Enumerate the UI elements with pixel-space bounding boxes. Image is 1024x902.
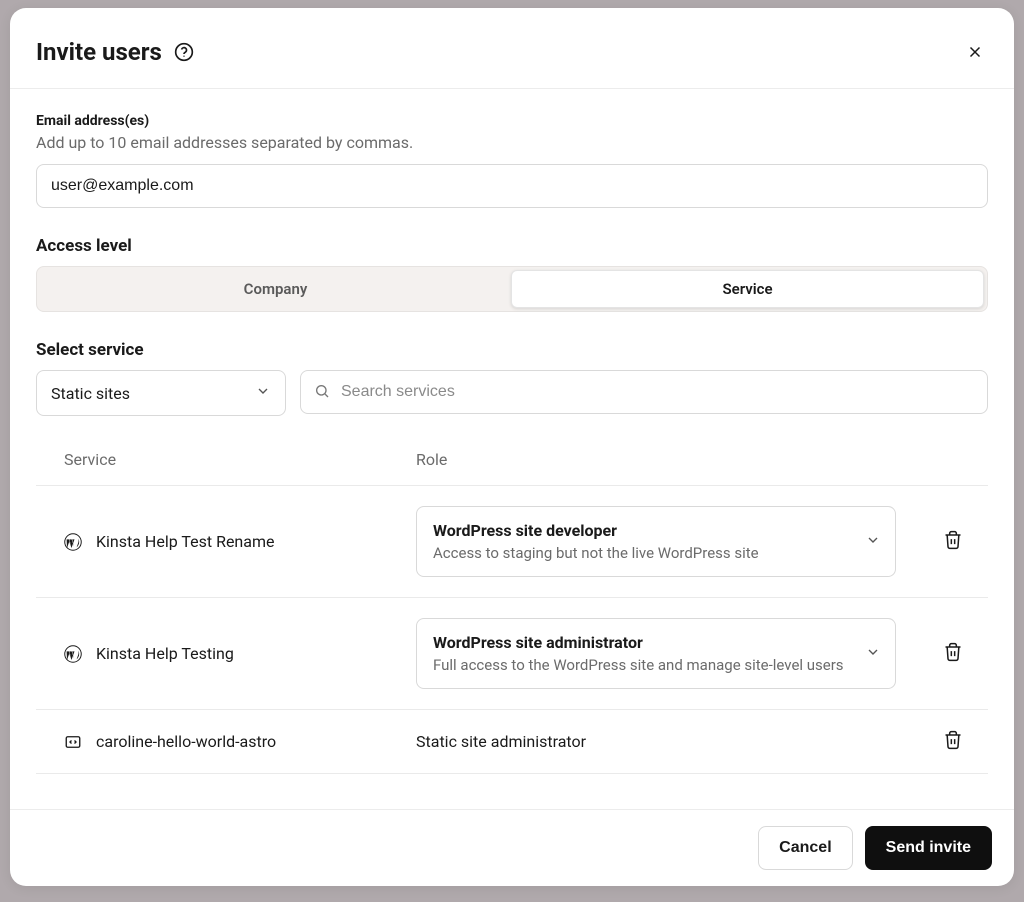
- chevron-down-icon: [865, 532, 881, 552]
- access-level-tabs: Company Service: [36, 266, 988, 312]
- service-cell: caroline-hello-world-astro: [36, 732, 416, 751]
- table-header: Service Role: [36, 450, 988, 486]
- service-name: caroline-hello-world-astro: [96, 732, 276, 751]
- role-cell: WordPress site administrator Full access…: [416, 600, 918, 707]
- service-cell: Kinsta Help Test Rename: [36, 532, 416, 551]
- role-description: Full access to the WordPress site and ma…: [433, 656, 851, 674]
- help-icon[interactable]: [174, 42, 194, 62]
- cancel-button[interactable]: Cancel: [758, 826, 852, 870]
- tab-service[interactable]: Service: [511, 270, 984, 308]
- role-select[interactable]: WordPress site administrator Full access…: [416, 618, 896, 689]
- send-invite-button[interactable]: Send invite: [865, 826, 992, 870]
- service-filter-row: Static sites: [36, 370, 988, 416]
- email-input[interactable]: [36, 164, 988, 208]
- role-title: WordPress site administrator: [433, 633, 851, 652]
- chevron-down-icon: [865, 644, 881, 664]
- services-table: Service Role Kinsta Help Test Rename Wor…: [36, 450, 988, 774]
- role-description: Access to staging but not the live WordP…: [433, 544, 851, 562]
- service-name: Kinsta Help Testing: [96, 644, 234, 663]
- col-header-action: [918, 450, 988, 469]
- modal-body: Email address(es) Add up to 10 email add…: [10, 89, 1014, 809]
- table-row: caroline-hello-world-astro Static site a…: [36, 710, 988, 774]
- search-icon: [314, 383, 330, 403]
- remove-row-button[interactable]: [937, 724, 969, 759]
- action-cell: [918, 724, 988, 759]
- service-name: Kinsta Help Test Rename: [96, 532, 274, 551]
- email-hint: Add up to 10 email addresses separated b…: [36, 133, 988, 152]
- static-site-icon: [64, 733, 82, 751]
- col-header-role: Role: [416, 450, 918, 469]
- trash-icon: [943, 738, 963, 753]
- tab-company[interactable]: Company: [40, 270, 511, 308]
- access-level-label: Access level: [36, 236, 988, 256]
- title-wrap: Invite users: [36, 38, 194, 66]
- modal-footer: Cancel Send invite: [10, 809, 1014, 886]
- select-service-label: Select service: [36, 340, 988, 360]
- service-search-input[interactable]: [300, 370, 988, 414]
- role-select[interactable]: WordPress site developer Access to stagi…: [416, 506, 896, 577]
- chevron-down-icon: [255, 383, 271, 403]
- wordpress-icon: [64, 533, 82, 551]
- table-row: Kinsta Help Testing WordPress site admin…: [36, 598, 988, 710]
- role-title: WordPress site developer: [433, 521, 851, 540]
- table-row: Kinsta Help Test Rename WordPress site d…: [36, 486, 988, 598]
- close-icon: [966, 43, 984, 61]
- service-search-wrap: [300, 370, 988, 416]
- service-type-select[interactable]: Static sites: [36, 370, 286, 416]
- role-cell: Static site administrator: [416, 714, 918, 769]
- modal-title: Invite users: [36, 38, 162, 66]
- modal-header: Invite users: [10, 8, 1014, 89]
- remove-row-button[interactable]: [937, 636, 969, 671]
- role-cell: WordPress site developer Access to stagi…: [416, 488, 918, 595]
- trash-icon: [943, 538, 963, 553]
- action-cell: [918, 636, 988, 671]
- role-plain-text: Static site administrator: [416, 732, 918, 751]
- close-button[interactable]: [962, 39, 988, 65]
- service-type-value: Static sites: [51, 384, 130, 403]
- invite-users-modal: Invite users Email address(es) Add up to…: [10, 8, 1014, 886]
- service-type-select-wrap: Static sites: [36, 370, 286, 416]
- remove-row-button[interactable]: [937, 524, 969, 559]
- col-header-service: Service: [36, 450, 416, 469]
- action-cell: [918, 524, 988, 559]
- trash-icon: [943, 650, 963, 665]
- wordpress-icon: [64, 645, 82, 663]
- service-cell: Kinsta Help Testing: [36, 644, 416, 663]
- email-label: Email address(es): [36, 113, 988, 129]
